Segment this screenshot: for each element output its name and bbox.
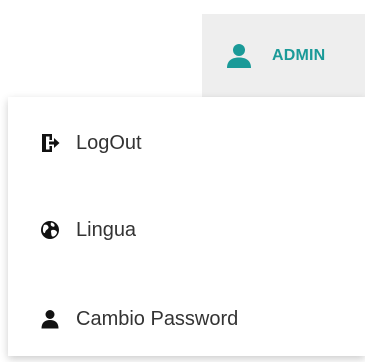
menu-item-logout[interactable]: LogOut xyxy=(8,100,365,186)
globe-icon xyxy=(41,221,59,239)
user-menu-label: ADMIN xyxy=(272,46,326,64)
user-dropdown-menu: LogOut Lingua Cambio Password xyxy=(8,97,365,356)
user-icon xyxy=(41,310,59,329)
menu-item-label: Lingua xyxy=(76,218,137,241)
logout-icon xyxy=(42,134,60,152)
menu-item-change-password[interactable]: Cambio Password xyxy=(8,276,365,362)
menu-item-language[interactable]: Lingua xyxy=(8,187,365,273)
menu-item-label: Cambio Password xyxy=(76,307,239,330)
menu-item-label: LogOut xyxy=(76,131,142,154)
user-icon xyxy=(227,43,251,68)
user-menu-button[interactable]: ADMIN xyxy=(202,14,365,97)
